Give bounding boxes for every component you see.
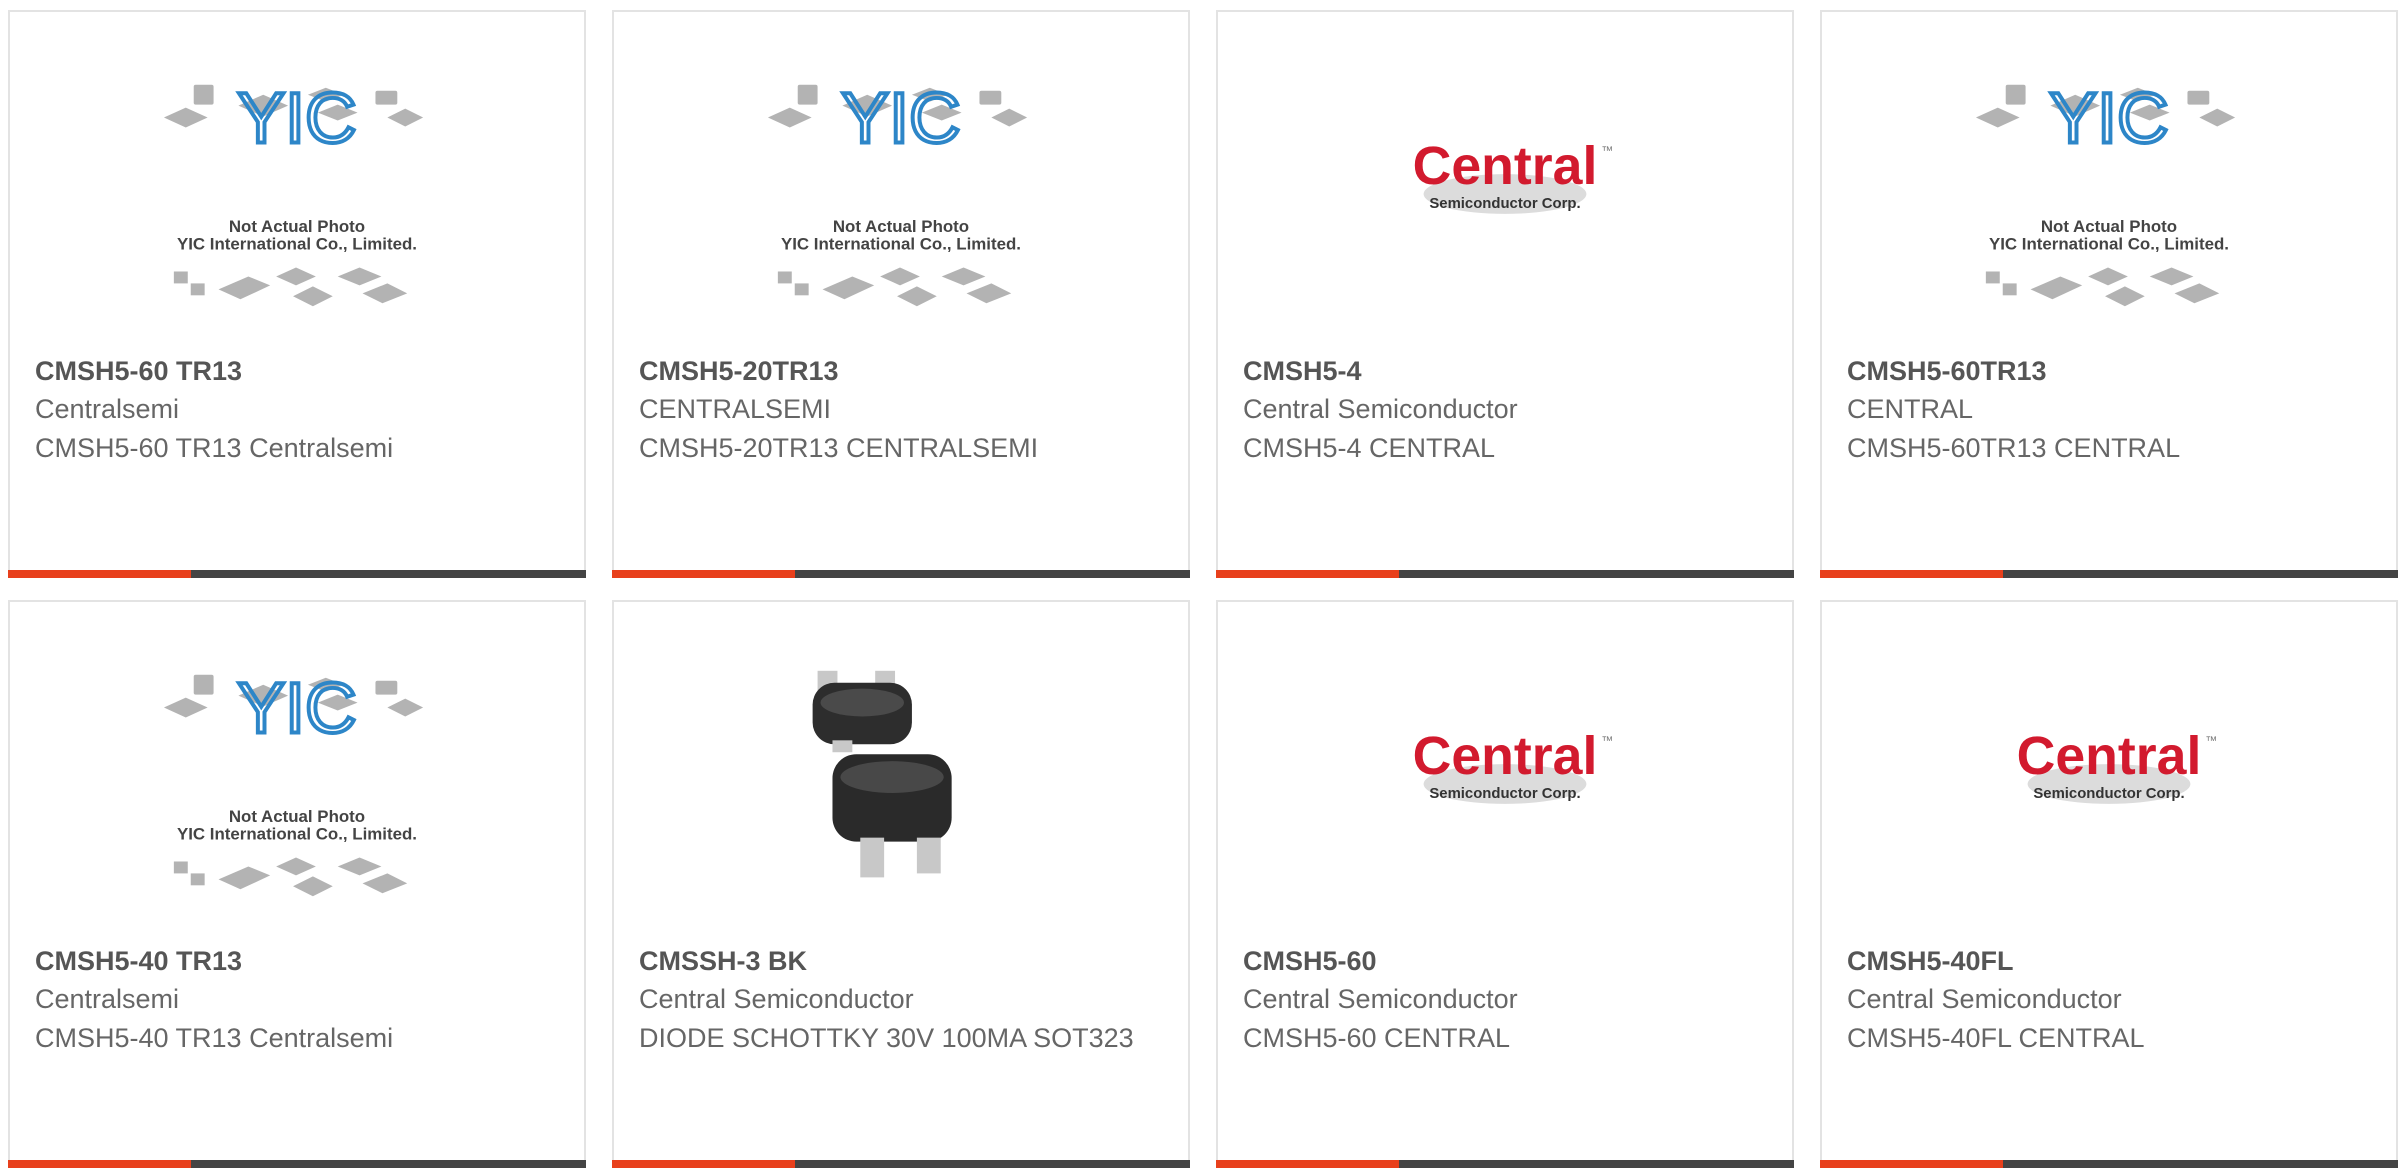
product-card[interactable]: CMSSH-3 BK Central Semiconductor DIODE S…: [612, 600, 1190, 1168]
svg-text:YIC: YIC: [237, 78, 356, 158]
description: CMSH5-60 TR13 Centralsemi: [35, 433, 394, 463]
svg-text:YIC: YIC: [841, 78, 960, 158]
svg-text:™: ™: [1601, 143, 1613, 157]
card-bottom-bar: [1216, 570, 1794, 578]
product-card[interactable]: Central ™ Semiconductor Corp. CMSH5-40FL…: [1820, 600, 2398, 1168]
part-number[interactable]: CMSH5-60: [1243, 946, 1377, 977]
svg-text:YIC International Co., Limited: YIC International Co., Limited.: [177, 235, 417, 254]
svg-text:YIC: YIC: [2049, 78, 2168, 158]
central-logo-image: Central ™ Semiconductor Corp.: [1413, 136, 1613, 214]
description: DIODE SCHOTTKY 30V 100MA SOT323: [639, 1023, 1134, 1053]
manufacturer: Central Semiconductor: [1847, 984, 2122, 1014]
svg-text:Semiconductor Corp.: Semiconductor Corp.: [1429, 786, 1580, 802]
card-accent: [8, 570, 191, 578]
sot323-package-photo: [614, 662, 1188, 912]
svg-text:™: ™: [1601, 733, 1613, 747]
svg-text:Central: Central: [1413, 136, 1598, 196]
card-bottom-bar: [1820, 570, 2398, 578]
card-accent: [1216, 570, 1399, 578]
description: CMSH5-4 CENTRAL: [1243, 433, 1496, 463]
svg-text:Not Actual Photo: Not Actual Photo: [2041, 217, 2177, 236]
part-number[interactable]: CMSH5-60TR13: [1847, 356, 2047, 387]
product-card[interactable]: Central ™ Semiconductor Corp. CMSH5-60 C…: [1216, 600, 1794, 1168]
product-card[interactable]: YIC Not Actual Photo YIC International C…: [8, 10, 586, 578]
part-number[interactable]: CMSH5-4: [1243, 356, 1362, 387]
svg-text:Not Actual Photo: Not Actual Photo: [833, 217, 969, 236]
description: CMSH5-60 CENTRAL: [1243, 1023, 1511, 1053]
card-accent: [1820, 570, 2003, 578]
card-accent: [612, 570, 795, 578]
description: CMSH5-40FL CENTRAL: [1847, 1023, 2145, 1053]
part-number[interactable]: CMSH5-20TR13: [639, 356, 839, 387]
svg-text:Semiconductor Corp.: Semiconductor Corp.: [1429, 196, 1580, 212]
manufacturer: Centralsemi: [35, 984, 180, 1014]
central-logo-image: Central ™ Semiconductor Corp.: [2017, 726, 2217, 804]
description: CMSH5-40 TR13 Centralsemi: [35, 1023, 394, 1053]
product-card[interactable]: Central ™ Semiconductor Corp. CMSH5-4 Ce…: [1216, 10, 1794, 578]
description: CMSH5-20TR13 CENTRALSEMI: [639, 433, 1039, 463]
product-card[interactable]: YIC Not Actual Photo YIC International C…: [8, 600, 586, 1168]
yic-placeholder-image: YIC Not Actual Photo YIC International C…: [1975, 76, 2236, 307]
part-number[interactable]: CMSH5-40 TR13: [35, 946, 242, 977]
manufacturer: Central Semiconductor: [639, 984, 914, 1014]
card-bottom-bar: [8, 570, 586, 578]
description: CMSH5-60TR13 CENTRAL: [1847, 433, 2181, 463]
svg-text:Semiconductor Corp.: Semiconductor Corp.: [2033, 786, 2184, 802]
svg-text:Not Actual Photo: Not Actual Photo: [229, 217, 365, 236]
part-number[interactable]: CMSH5-60 TR13: [35, 356, 242, 387]
card-bottom-bar: [612, 570, 1190, 578]
svg-text:Central: Central: [1413, 726, 1598, 786]
yic-placeholder-image: YIC Not Actual Photo YIC International C…: [163, 666, 424, 897]
yic-placeholder-image: YIC Not Actual Photo YIC International C…: [163, 76, 424, 307]
product-card[interactable]: YIC Not Actual Photo YIC International C…: [612, 10, 1190, 578]
manufacturer: Central Semiconductor: [1243, 984, 1518, 1014]
part-number[interactable]: CMSSH-3 BK: [639, 946, 807, 977]
manufacturer: Central Semiconductor: [1243, 394, 1518, 424]
yic-placeholder-image: YIC Not Actual Photo YIC International C…: [767, 76, 1028, 307]
product-card[interactable]: YIC Not Actual Photo YIC International C…: [1820, 10, 2398, 578]
svg-text:™: ™: [2205, 733, 2217, 747]
manufacturer: CENTRALSEMI: [639, 394, 832, 424]
svg-text:YIC International Co., Limited: YIC International Co., Limited.: [1989, 235, 2229, 254]
svg-text:Central: Central: [2017, 726, 2202, 786]
svg-text:YIC International Co., Limited: YIC International Co., Limited.: [781, 235, 1021, 254]
svg-text:YIC International Co., Limited: YIC International Co., Limited.: [177, 825, 417, 844]
svg-text:Not Actual Photo: Not Actual Photo: [229, 807, 365, 826]
svg-text:YIC: YIC: [237, 668, 356, 748]
central-logo-image: Central ™ Semiconductor Corp.: [1413, 726, 1613, 804]
manufacturer: CENTRAL: [1847, 394, 1974, 424]
manufacturer: Centralsemi: [35, 394, 180, 424]
part-number[interactable]: CMSH5-40FL: [1847, 946, 2014, 977]
